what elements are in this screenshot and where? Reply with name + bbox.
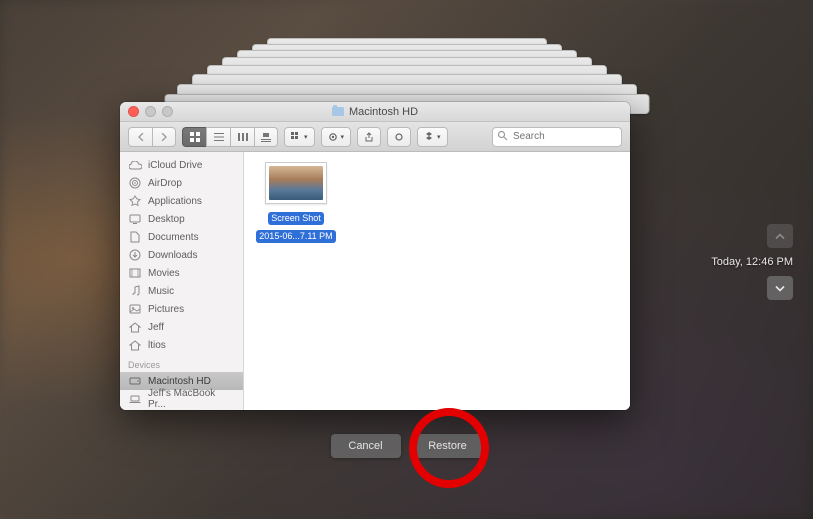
window-title: Macintosh HD — [332, 106, 418, 118]
minimize-button[interactable] — [145, 106, 156, 117]
desktop-icon — [128, 212, 142, 226]
file-name-line2: 2015-06...7.11 PM — [256, 230, 335, 243]
search-field — [492, 126, 622, 147]
file-browser-content[interactable]: Screen Shot 2015-06...7.11 PM — [244, 152, 630, 410]
maximize-button[interactable] — [162, 106, 173, 117]
sidebar-item-label: AirDrop — [148, 178, 182, 189]
sidebar-item-label: Macintosh HD — [148, 376, 211, 387]
sidebar-item-jeff[interactable]: Jeff — [120, 318, 243, 336]
file-name-line1: Screen Shot — [268, 212, 324, 225]
airdrop-icon — [128, 176, 142, 190]
sidebar-item-label: Movies — [148, 268, 180, 279]
movies-icon — [128, 266, 142, 280]
back-button[interactable] — [128, 127, 152, 147]
sidebar-item-label: Music — [148, 286, 174, 297]
window-controls — [120, 106, 173, 117]
share-icon — [364, 132, 374, 142]
toolbar: ▾ ▾ ▾ — [120, 122, 630, 152]
view-coverflow-button[interactable] — [254, 127, 278, 147]
search-icon — [497, 130, 508, 141]
sidebar-item-macbook[interactable]: Jeff's MacBook Pr... — [120, 390, 243, 408]
view-mode-selector — [182, 127, 278, 147]
pictures-icon — [128, 302, 142, 316]
forward-button[interactable] — [152, 127, 176, 147]
sidebar-item-desktop[interactable]: Desktop — [120, 210, 243, 228]
view-icon-button[interactable] — [182, 127, 206, 147]
nav-arrows — [128, 127, 176, 147]
tag-icon — [394, 132, 404, 142]
folder-icon — [332, 107, 344, 116]
sidebar-item-label: Desktop — [148, 214, 185, 225]
sidebar-item-label: iCloud Drive — [148, 160, 202, 171]
sidebar-item-label: Downloads — [148, 250, 197, 261]
hdd-icon — [128, 374, 142, 388]
view-list-button[interactable] — [206, 127, 230, 147]
gear-icon — [328, 132, 338, 142]
cloud-icon — [128, 158, 142, 172]
search-input[interactable] — [492, 127, 622, 147]
music-icon — [128, 284, 142, 298]
cancel-button[interactable]: Cancel — [331, 434, 401, 458]
sidebar-item-downloads[interactable]: Downloads — [120, 246, 243, 264]
file-item-screenshot[interactable]: Screen Shot 2015-06...7.11 PM — [254, 162, 338, 244]
arrange-icon — [291, 132, 301, 142]
dropbox-icon — [424, 132, 434, 142]
share-button[interactable] — [357, 127, 381, 147]
sidebar-item-movies[interactable]: Movies — [120, 264, 243, 282]
dropbox-button[interactable]: ▾ — [417, 127, 448, 147]
restore-button[interactable]: Restore — [413, 434, 483, 458]
window-title-text: Macintosh HD — [349, 106, 418, 118]
downloads-icon — [128, 248, 142, 262]
tags-button[interactable] — [387, 127, 411, 147]
sidebar-item-icloud-drive[interactable]: iCloud Drive — [120, 156, 243, 174]
timeline-current-label: Today, 12:46 PM — [711, 254, 793, 270]
timeline-down-button[interactable] — [767, 276, 793, 300]
sidebar-item-applications[interactable]: Applications — [120, 192, 243, 210]
sidebar-item-pictures[interactable]: Pictures — [120, 300, 243, 318]
arrange-button[interactable]: ▾ — [284, 127, 315, 147]
sidebar-item-label: Jeff — [148, 322, 164, 333]
close-button[interactable] — [128, 106, 139, 117]
sidebar-item-ltios[interactable]: ltios — [120, 336, 243, 354]
sidebar-item-label: Applications — [148, 196, 202, 207]
sidebar-item-airdrop[interactable]: AirDrop — [120, 174, 243, 192]
sidebar-item-documents[interactable]: Documents — [120, 228, 243, 246]
action-button[interactable]: ▾ — [321, 127, 352, 147]
sidebar-item-label: Jeff's MacBook Pr... — [148, 388, 235, 410]
documents-icon — [128, 230, 142, 244]
view-column-button[interactable] — [230, 127, 254, 147]
sidebar-item-label: Pictures — [148, 304, 184, 315]
sidebar-item-label: ltios — [148, 340, 166, 351]
sidebar-section-devices: Devices — [120, 354, 243, 372]
sidebar: iCloud Drive AirDrop Applications Deskto… — [120, 152, 244, 410]
home-icon — [128, 320, 142, 334]
timeline-up-button[interactable] — [767, 224, 793, 248]
titlebar: Macintosh HD — [120, 102, 630, 122]
applications-icon — [128, 194, 142, 208]
sidebar-item-external[interactable]: External — [120, 408, 243, 410]
home-icon — [128, 338, 142, 352]
action-buttons: Cancel Restore — [331, 434, 483, 458]
sidebar-item-label: Documents — [148, 232, 199, 243]
file-thumbnail — [265, 162, 327, 204]
laptop-icon — [128, 392, 142, 406]
timeline-nav: Today, 12:46 PM — [711, 224, 793, 300]
sidebar-item-music[interactable]: Music — [120, 282, 243, 300]
finder-window: Macintosh HD ▾ ▾ ▾ iCloud Drive AirDrop … — [120, 102, 630, 410]
